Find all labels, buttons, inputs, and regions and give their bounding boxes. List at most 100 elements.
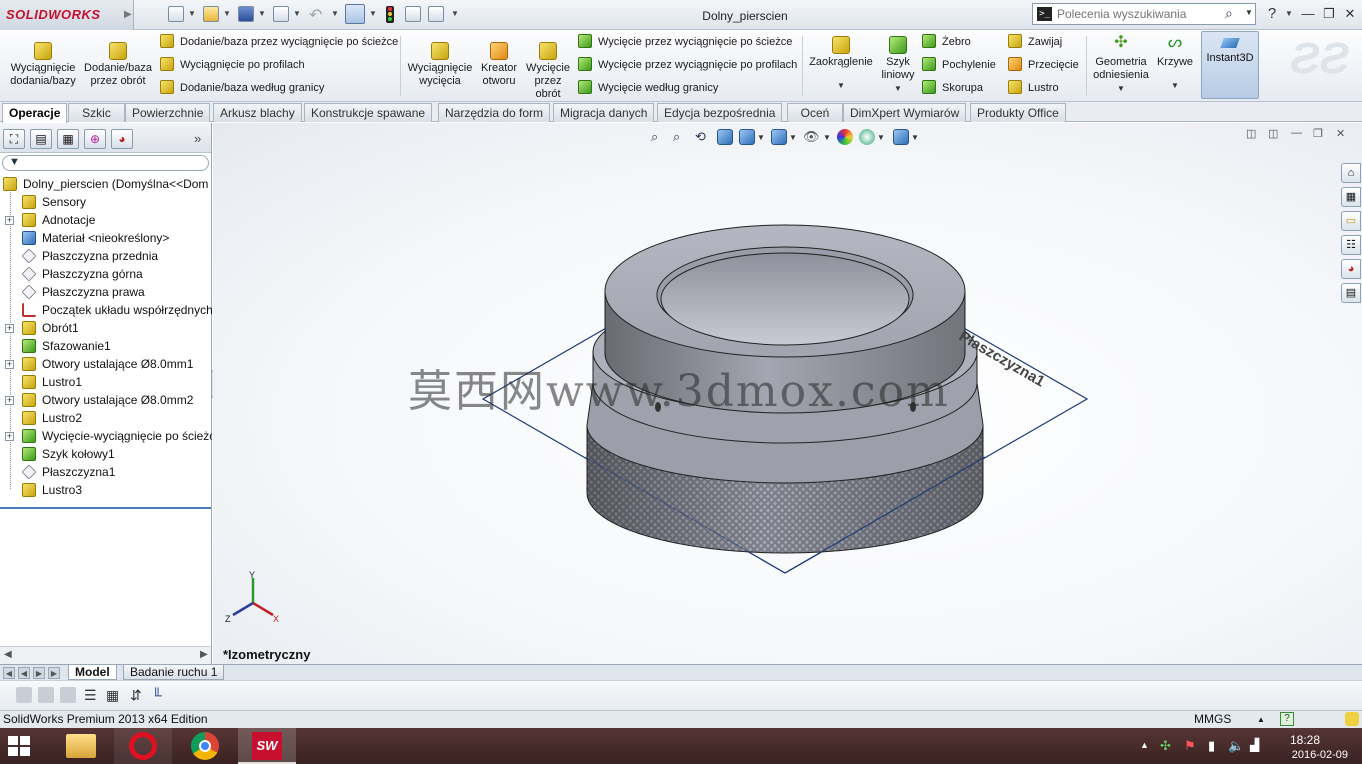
tree-item[interactable]: Szyk kołowy1 [0, 445, 212, 463]
reference-geometry-dropdown-icon[interactable]: ▼ [1090, 82, 1152, 95]
file-properties-icon[interactable] [405, 6, 421, 22]
tab-produkty-office[interactable]: Produkty Office [970, 103, 1066, 122]
inner-bore[interactable] [660, 252, 910, 346]
tree-item[interactable]: Lustro3 [0, 481, 212, 499]
help-status-icon[interactable]: ? [1280, 712, 1294, 726]
undo-dropdown-icon[interactable]: ▼ [331, 9, 339, 18]
help-dropdown-icon[interactable]: ▼ [1285, 9, 1293, 18]
reference-geometry-button[interactable]: ✣ Geometria odniesienia ▼ [1090, 35, 1152, 95]
revolve-boss-button[interactable]: Dodanie/baza przez obrót [82, 42, 154, 88]
new-dropdown-icon[interactable]: ▼ [188, 9, 196, 18]
tab-konstrukcje-spawane[interactable]: Konstrukcje spawane [304, 103, 433, 122]
restore-icon[interactable]: ❐ [1320, 5, 1338, 23]
print-icon[interactable] [273, 6, 289, 22]
revolve-cut-button[interactable]: Wycięcie przez obrót [525, 42, 571, 101]
tree-item[interactable]: + Otwory ustalające Ø8.0mm1 [0, 355, 212, 373]
print-dropdown-icon[interactable]: ▼ [293, 9, 301, 18]
options-dropdown-icon[interactable]: ▼ [451, 9, 459, 18]
expand-icon[interactable]: + [5, 432, 14, 441]
fillet-dropdown-icon[interactable]: ▼ [806, 79, 876, 92]
battery-icon[interactable]: ▮ [1208, 738, 1215, 754]
taskbar-opera[interactable] [114, 728, 172, 764]
windows-start-icon[interactable] [8, 736, 30, 756]
units-label[interactable]: MMGS [1194, 711, 1231, 728]
feature-manager-tab-icon[interactable]: ⛶ [3, 129, 25, 149]
tree-item[interactable]: Płaszczyzna górna [0, 265, 212, 283]
expand-icon[interactable]: + [5, 324, 14, 333]
graphics-area[interactable]: ⌕ ⌕ ⟲ ▼ ▼ 👁 ▼ ▼ ▼ ◫ ◫ — ❐ ✕ ⌂ ▦ ▭ ☷ ◕ ▤ [213, 123, 1362, 664]
dimxpert-manager-tab-icon[interactable]: ⊕ [84, 129, 106, 149]
grid-icon[interactable]: ▦ [106, 687, 122, 703]
solidworks-menu-button[interactable]: SOLIDWORKS ▶ [0, 0, 134, 30]
wrap-button[interactable]: Zawijaj [1008, 33, 1062, 51]
linear-pattern-button[interactable]: Szyk liniowy ▼ [878, 36, 918, 95]
rollback-bar[interactable] [0, 507, 211, 509]
tree-item[interactable]: + Obrót1 [0, 319, 212, 337]
instant3d-button[interactable]: Instant3D [1201, 31, 1259, 99]
pattern-dropdown-icon[interactable]: ▼ [878, 82, 918, 95]
tree-item[interactable]: Płaszczyzna1 [0, 463, 212, 481]
view-sketch-icon[interactable] [38, 687, 54, 703]
tab-model[interactable]: Model [68, 665, 117, 680]
draft-button[interactable]: Pochylenie [922, 56, 996, 74]
tree-item[interactable]: Lustro2 [0, 409, 212, 427]
search-commands-box[interactable]: >_ ⌕ ▼ [1032, 3, 1256, 25]
select-pointer-icon[interactable] [345, 4, 365, 24]
scroll-left-icon[interactable]: ◀ [4, 649, 12, 660]
tree-item[interactable]: Początek układu współrzędnych [0, 301, 212, 319]
tree-item[interactable]: Materiał <nieokreślony> [0, 229, 212, 247]
intersect-button[interactable]: Przecięcie [1008, 56, 1079, 74]
tab-motion-study[interactable]: Badanie ruchu 1 [123, 665, 225, 680]
tree-item[interactable]: + Wycięcie-wyciągnięcie po ścieżc [0, 427, 212, 445]
swept-cut-button[interactable]: Wycięcie przez wyciągnięcie po ścieżce [578, 33, 792, 51]
swept-boss-button[interactable]: Dodanie/baza przez wyciągnięcie po ścież… [160, 33, 398, 51]
extrude-cut-button[interactable]: Wyciągnięcie wycięcia [405, 42, 475, 88]
tab-ocen[interactable]: Oceń [787, 103, 843, 122]
boundary-cut-button[interactable]: Wycięcie według granicy [578, 79, 718, 97]
units-dropdown-icon[interactable]: ▲ [1257, 711, 1265, 728]
lofted-boss-button[interactable]: Wyciągnięcie po profilach [160, 56, 305, 74]
search-dropdown-icon[interactable]: ▼ [1245, 8, 1253, 17]
tab-szkic[interactable]: Szkic [68, 103, 125, 122]
configuration-manager-tab-icon[interactable]: ▦ [57, 129, 79, 149]
rebuild-status-icon[interactable] [1345, 712, 1359, 726]
split-icon[interactable]: ⇵ [130, 687, 146, 703]
tab-migracja-danych[interactable]: Migracja danych [553, 103, 655, 122]
rib-button[interactable]: Żebro [922, 33, 971, 51]
hole-wizard-button[interactable]: Kreator otworu [477, 42, 521, 88]
tree-item[interactable]: Płaszczyzna prawa [0, 283, 212, 301]
next-tab-icon[interactable]: ▶ [33, 667, 45, 679]
options-icon[interactable] [428, 6, 444, 22]
property-manager-tab-icon[interactable]: ▤ [30, 129, 52, 149]
shell-button[interactable]: Skorupa [922, 79, 983, 97]
expand-icon[interactable]: + [5, 216, 14, 225]
extrude-boss-button[interactable]: Wyciągnięcie dodania/bazy [5, 42, 81, 88]
tree-item[interactable]: Sensory [0, 193, 212, 211]
lofted-cut-button[interactable]: Wycięcie przez wyciągnięcie po profilach [578, 56, 797, 74]
open-folder-icon[interactable] [203, 6, 219, 22]
tree-item[interactable]: Płaszczyzna przednia [0, 247, 212, 265]
save-icon[interactable] [238, 6, 254, 22]
expand-panel-icon[interactable]: » [194, 131, 201, 146]
save-dropdown-icon[interactable]: ▼ [258, 9, 266, 18]
volume-icon[interactable]: 🔈 [1228, 738, 1244, 754]
horizontal-scrollbar[interactable]: ◀ ▶ [0, 646, 211, 664]
search-icon[interactable]: ⌕ [1225, 5, 1233, 22]
fillet-button[interactable]: Zaokrąglenie ▼ [806, 36, 876, 92]
action-center-icon[interactable]: ⚑ [1184, 738, 1196, 754]
last-tab-icon[interactable]: ▶ [48, 667, 60, 679]
tree-filter-input[interactable]: ▼ [2, 155, 209, 171]
first-tab-icon[interactable]: ◀ [3, 667, 15, 679]
tab-dimxpert[interactable]: DimXpert Wymiarów [843, 103, 967, 122]
tree-item[interactable]: Sfazowanie1 [0, 337, 212, 355]
tab-powierzchnie[interactable]: Powierzchnie [125, 103, 211, 122]
display-manager-tab-icon[interactable]: ◕ [111, 129, 133, 149]
expand-icon[interactable]: + [5, 360, 14, 369]
undo-icon[interactable]: ↶ [309, 5, 322, 25]
view-features-icon[interactable] [16, 687, 32, 703]
tree-item[interactable]: Lustro1 [0, 373, 212, 391]
tab-arkusz-blachy[interactable]: Arkusz blachy [213, 103, 302, 122]
wifi-signal-icon[interactable]: ▟ [1250, 738, 1259, 752]
expand-icon[interactable]: + [5, 396, 14, 405]
taskbar-chrome[interactable] [176, 728, 234, 764]
